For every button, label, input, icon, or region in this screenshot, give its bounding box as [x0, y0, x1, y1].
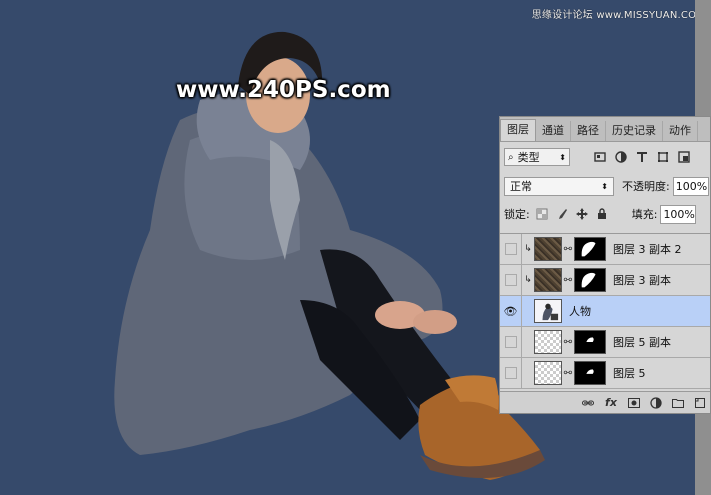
tab-actions[interactable]: 动作	[663, 121, 698, 141]
filter-label: 类型	[517, 151, 540, 164]
layer-name[interactable]: 图层 3 副本 2	[613, 241, 682, 257]
layer-row[interactable]: ↳ ⚯ 图层 3 副本 2	[500, 234, 710, 265]
visibility-toggle[interactable]	[500, 234, 522, 264]
search-icon: ⌕	[508, 151, 514, 163]
layer-name[interactable]: 图层 3 副本	[613, 272, 671, 288]
layer-mask-thumbnail[interactable]	[574, 268, 606, 292]
visibility-toggle[interactable]	[500, 358, 522, 388]
lock-move-icon[interactable]	[575, 208, 588, 220]
corner-watermark: 思缘设计论坛 www.MISSYUAN.COM	[531, 10, 705, 21]
panel-tabs: 图层 通道 路径 历史记录 动作	[500, 117, 710, 142]
blend-mode-select[interactable]: 正常 ⬍	[504, 176, 614, 196]
layer-thumbnail	[534, 268, 562, 292]
smart-object-filter-icon[interactable]	[678, 151, 690, 163]
folder-icon[interactable]	[672, 397, 684, 409]
layer-row[interactable]: 👁 人物	[500, 296, 710, 327]
tab-history[interactable]: 历史记录	[606, 121, 663, 141]
pixel-filter-icon[interactable]	[594, 151, 606, 163]
layer-thumbnail	[534, 361, 562, 385]
opacity-input[interactable]: 100%	[672, 176, 709, 196]
adjustment-filter-icon[interactable]	[615, 151, 627, 163]
link-icon[interactable]: ⚯	[562, 275, 574, 286]
blend-mode-value: 正常	[510, 180, 532, 193]
clipping-arrow-icon: ↳	[524, 244, 532, 254]
blend-row: 正常 ⬍ 不透明度: 100%	[504, 176, 710, 196]
layer-row[interactable]: ↳ ⚯ 图层 3 副本	[500, 265, 710, 296]
new-layer-icon[interactable]	[694, 397, 706, 409]
chevron-updown-icon: ⬍	[601, 181, 608, 191]
link-icon[interactable]: ⚯	[562, 244, 574, 255]
lock-row: 锁定: 填充: 100%	[504, 204, 710, 224]
layer-mask-thumbnail[interactable]	[574, 237, 606, 261]
link-icon[interactable]: ⚯	[562, 337, 574, 348]
layer-row[interactable]: ⚯ 图层 5	[500, 358, 710, 389]
tab-paths[interactable]: 路径	[571, 121, 606, 141]
layer-thumbnail	[534, 237, 562, 261]
type-filter-icon[interactable]	[636, 151, 648, 163]
tab-layers[interactable]: 图层	[500, 119, 536, 141]
link-icon[interactable]	[582, 397, 594, 409]
lock-transparent-icon[interactable]	[536, 208, 548, 220]
lock-label: 锁定:	[504, 208, 530, 221]
panel-bottom-bar: fx	[500, 391, 710, 413]
layer-mask-thumbnail[interactable]	[574, 361, 606, 385]
lock-all-icon[interactable]	[596, 208, 608, 220]
layer-name[interactable]: 人物	[569, 303, 591, 319]
center-watermark: www.240PS.com	[176, 77, 391, 103]
tab-channels[interactable]: 通道	[536, 121, 571, 141]
fx-icon[interactable]: fx	[604, 396, 618, 409]
visibility-toggle[interactable]	[500, 265, 522, 295]
shape-filter-icon[interactable]	[657, 151, 669, 163]
layer-thumbnail	[534, 299, 562, 323]
chevron-updown-icon: ⬍	[559, 152, 566, 162]
layer-mask-thumbnail[interactable]	[574, 330, 606, 354]
layer-name[interactable]: 图层 5	[613, 365, 646, 381]
clipping-arrow-icon: ↳	[524, 275, 532, 285]
lock-brush-icon[interactable]	[556, 208, 568, 220]
layers-panel: 图层 通道 路径 历史记录 动作 ⌕ 类型 ⬍ 正常 ⬍ 不透明度: 100% …	[499, 116, 711, 414]
add-mask-icon[interactable]	[628, 397, 640, 409]
layer-list: ↳ ⚯ 图层 3 副本 2 ↳ ⚯ 图层 3 副本 👁 人物 ⚯ 图层 5 副本…	[500, 233, 710, 390]
fill-input[interactable]: 100%	[660, 204, 697, 224]
link-icon[interactable]: ⚯	[562, 368, 574, 379]
opacity-label: 不透明度:	[622, 180, 670, 193]
visibility-toggle[interactable]	[500, 327, 522, 357]
fill-label: 填充:	[631, 208, 658, 221]
visibility-toggle[interactable]: 👁	[500, 296, 522, 326]
layer-name[interactable]: 图层 5 副本	[613, 334, 671, 350]
layer-thumbnail	[534, 330, 562, 354]
adjustment-icon[interactable]	[650, 396, 662, 409]
layer-filter-select[interactable]: ⌕ 类型 ⬍	[504, 148, 570, 166]
layer-row[interactable]: ⚯ 图层 5 副本	[500, 327, 710, 358]
filter-row: ⌕ 类型 ⬍	[504, 147, 706, 167]
eye-icon: 👁	[503, 304, 518, 318]
